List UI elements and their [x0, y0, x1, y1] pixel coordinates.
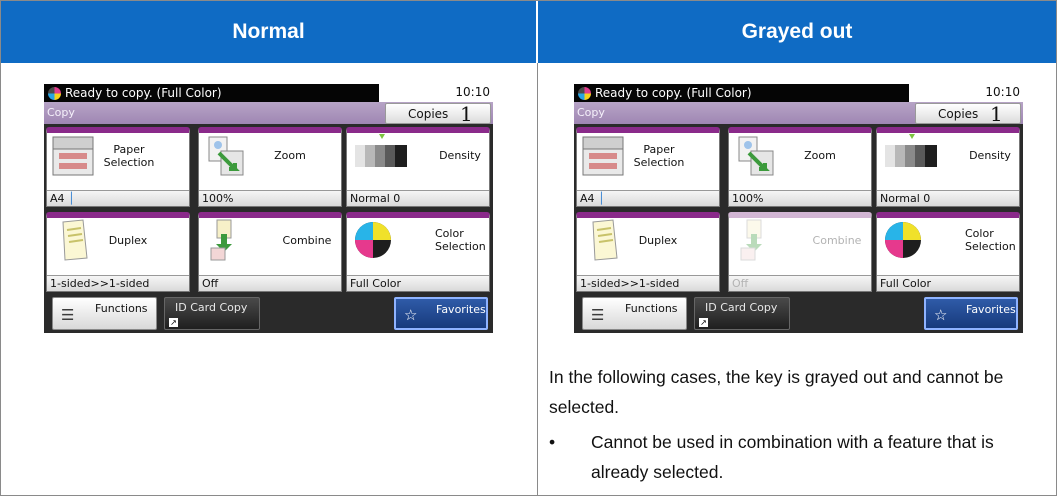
density-icon — [355, 134, 407, 167]
color-ready-icon — [578, 86, 591, 100]
star-icon: ☆ — [404, 306, 418, 324]
mode-label: Copy — [47, 106, 75, 119]
functions-button[interactable]: ☰ Functions — [582, 297, 687, 330]
functions-button[interactable]: ☰ Functions — [52, 297, 157, 330]
panel-normal: Ready to copy. (Full Color) 10:10 Copy C… — [44, 84, 493, 333]
id-card-copy-button[interactable]: ID Card Copy ↗ — [694, 297, 790, 330]
duplex-key[interactable]: Duplex 1-sided>>1-sided — [576, 212, 720, 292]
density-value: Normal 0 — [347, 190, 489, 206]
status-text: Ready to copy. (Full Color) — [595, 86, 752, 100]
combine-label: Combine — [282, 234, 332, 247]
color-wheel-icon — [885, 222, 921, 258]
zoom-value: 100% — [729, 190, 871, 206]
combine-icon — [210, 219, 232, 261]
paper-tray-icon — [582, 136, 624, 176]
combine-value: Off — [729, 275, 871, 291]
status-text: Ready to copy. (Full Color) — [65, 86, 222, 100]
paper-selection-key[interactable]: Paper Selection A4 │ — [46, 127, 190, 207]
density-label: Density — [969, 149, 1011, 162]
color-label-line2: Selection — [435, 240, 486, 253]
duplex-value: 1-sided>>1-sided — [577, 275, 719, 291]
copies-label: Copies — [938, 107, 979, 121]
color-label-line1: Color — [435, 227, 464, 240]
copies-label: Copies — [408, 107, 449, 121]
combine-value: Off — [199, 275, 341, 291]
header-normal: Normal — [1, 1, 537, 63]
clock: 10:10 — [985, 85, 1020, 99]
bullet-symbol: • — [549, 432, 556, 452]
id-card-copy-button[interactable]: ID Card Copy ↗ — [164, 297, 260, 330]
paper-label-line2: Selection — [103, 156, 155, 169]
column-divider — [537, 63, 538, 496]
color-label-line1: Color — [965, 227, 994, 240]
combine-key-disabled: Combine Off — [728, 212, 872, 292]
id-card-label: ID Card Copy — [705, 301, 778, 314]
functions-label: Functions — [625, 302, 678, 315]
copies-button[interactable]: Copies 1 — [385, 102, 491, 126]
favorites-label: Favorites — [436, 303, 486, 316]
duplex-label: Duplex — [108, 234, 148, 247]
duplex-key[interactable]: Duplex 1-sided>>1-sided — [46, 212, 190, 292]
favorites-button[interactable]: ☆ Favorites — [394, 297, 488, 330]
combine-icon — [740, 219, 762, 261]
clock: 10:10 — [455, 85, 490, 99]
combine-label: Combine — [812, 234, 862, 247]
list-icon: ☰ — [591, 306, 605, 324]
density-key[interactable]: Density Normal 0 — [876, 127, 1020, 207]
bullet-text: Cannot be used in combination with a fea… — [591, 432, 994, 482]
list-icon: ☰ — [61, 306, 75, 324]
paper-label-line2: Selection — [633, 156, 685, 169]
paper-tray-icon — [52, 136, 94, 176]
paper-selection-key[interactable]: Paper Selection A4 │ — [576, 127, 720, 207]
zoom-key[interactable]: Zoom 100% — [198, 127, 342, 207]
id-card-label: ID Card Copy — [175, 301, 248, 314]
duplex-icon — [592, 219, 618, 261]
density-value: Normal 0 — [877, 190, 1019, 206]
zoom-key[interactable]: Zoom 100% — [728, 127, 872, 207]
zoom-icon — [738, 136, 774, 176]
mode-label: Copy — [577, 106, 605, 119]
duplex-value: 1-sided>>1-sided — [47, 275, 189, 291]
header-grayed-out: Grayed out — [538, 1, 1056, 63]
duplex-icon — [62, 219, 88, 261]
functions-label: Functions — [95, 302, 148, 315]
density-icon — [885, 134, 937, 167]
color-wheel-icon — [355, 222, 391, 258]
zoom-label: Zoom — [274, 149, 306, 162]
favorites-button[interactable]: ☆ Favorites — [924, 297, 1018, 330]
color-value: Full Color — [347, 275, 489, 291]
duplex-label: Duplex — [638, 234, 678, 247]
panel-grayed-out: Ready to copy. (Full Color) 10:10 Copy C… — [574, 84, 1023, 333]
zoom-icon — [208, 136, 244, 176]
copies-count: 1 — [990, 102, 1003, 126]
color-ready-icon — [48, 86, 61, 100]
star-icon: ☆ — [934, 306, 948, 324]
density-key[interactable]: Density Normal 0 — [346, 127, 490, 207]
shortcut-icon: ↗ — [169, 318, 178, 327]
combine-key[interactable]: Combine Off — [198, 212, 342, 292]
grayed-out-explanation: In the following cases, the key is graye… — [549, 367, 1004, 417]
color-value: Full Color — [877, 275, 1019, 291]
density-label: Density — [439, 149, 481, 162]
paper-value: A4 │ — [47, 190, 189, 206]
status-bar: Ready to copy. (Full Color) 10:10 — [574, 84, 1023, 102]
color-selection-key[interactable]: Color Selection Full Color — [346, 212, 490, 292]
color-label-line2: Selection — [965, 240, 1016, 253]
favorites-label: Favorites — [966, 303, 1016, 316]
paper-value: A4 │ — [577, 190, 719, 206]
zoom-label: Zoom — [804, 149, 836, 162]
paper-label-line1: Paper — [643, 143, 675, 156]
copies-count: 1 — [460, 102, 473, 126]
copies-button[interactable]: Copies 1 — [915, 102, 1021, 126]
status-bar: Ready to copy. (Full Color) 10:10 — [44, 84, 493, 102]
zoom-value: 100% — [199, 190, 341, 206]
paper-label-line1: Paper — [113, 143, 145, 156]
color-selection-key[interactable]: Color Selection Full Color — [876, 212, 1020, 292]
shortcut-icon: ↗ — [699, 318, 708, 327]
